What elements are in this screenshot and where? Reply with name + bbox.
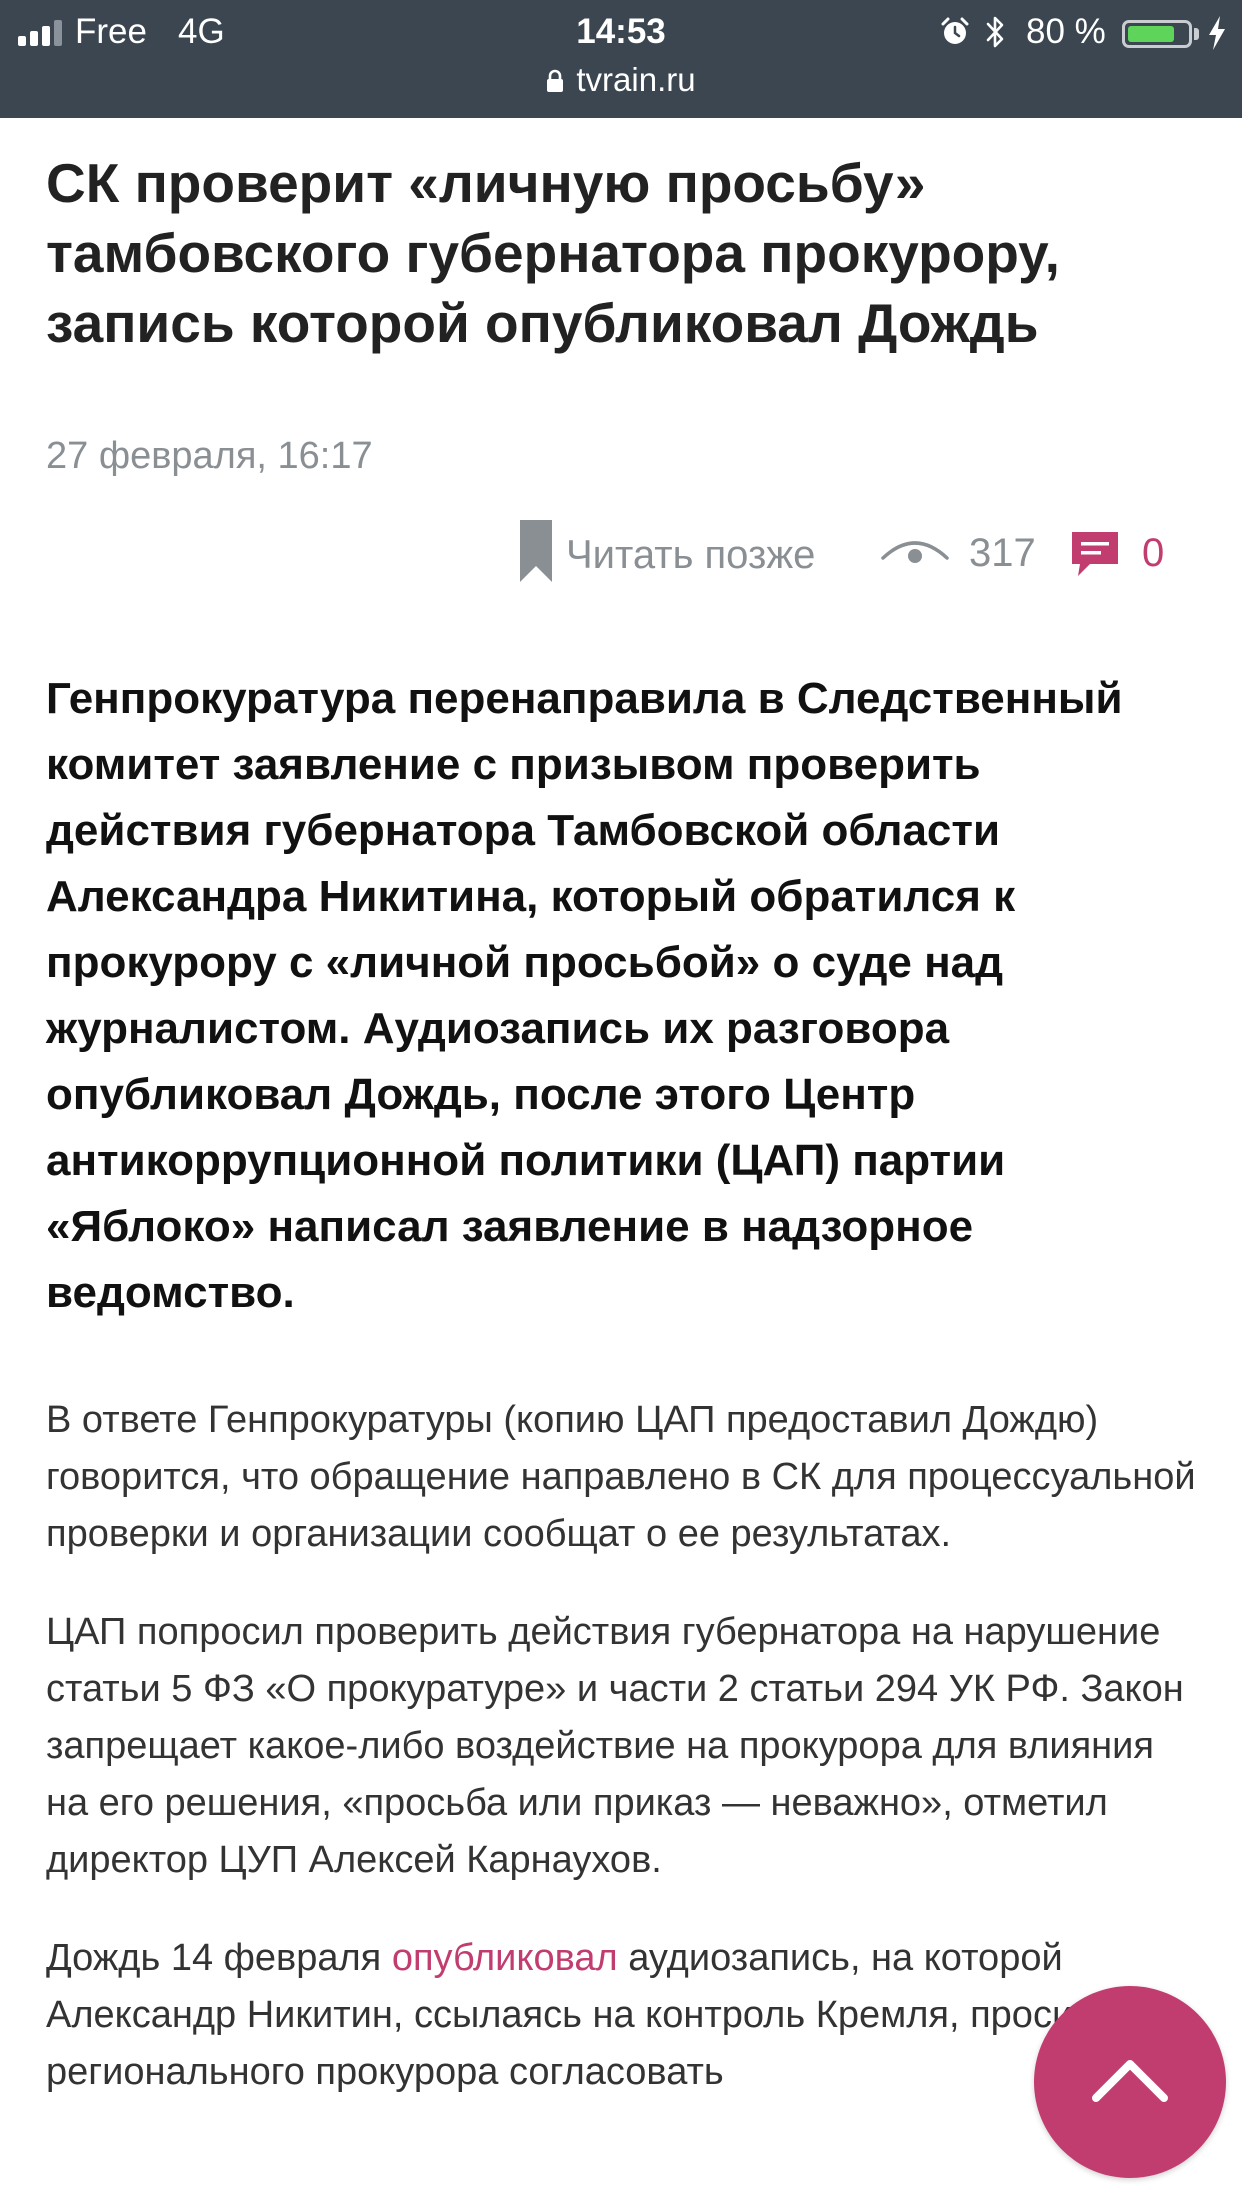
comment-icon[interactable] xyxy=(1070,530,1120,580)
published-link[interactable]: опубликовал xyxy=(392,1937,618,1979)
comments-count[interactable]: 0 xyxy=(1142,528,1164,578)
article-date: 27 февраля, 16:17 xyxy=(46,435,373,477)
charging-bolt-icon xyxy=(1209,16,1225,50)
eye-icon xyxy=(881,541,949,563)
article-paragraph: Дождь 14 февраля опубликовал аудиозапись… xyxy=(46,1930,1196,2101)
status-row: Free 4G 14:53 80 % xyxy=(0,10,1242,54)
page-url: tvrain.ru xyxy=(576,61,696,98)
paragraph-text: Дождь 14 февраля xyxy=(46,1937,392,1979)
read-later-button[interactable]: Читать позже xyxy=(566,530,815,580)
article-paragraph: В ответе Генпрокуратуры (копию ЦАП предо… xyxy=(46,1399,1196,1555)
battery-tip xyxy=(1194,28,1199,40)
battery-icon xyxy=(1122,20,1192,48)
page: Free 4G 14:53 80 % tvrain.ru СК проверит… xyxy=(0,0,1242,2208)
status-bar: Free 4G 14:53 80 % tvrain.ru xyxy=(0,0,1242,118)
lock-icon xyxy=(547,69,564,92)
battery-level-fill xyxy=(1128,26,1174,42)
article-paragraph: ЦАП попросил проверить действия губернат… xyxy=(46,1611,1184,1881)
article: СК проверит «личную просьбу» тамбовского… xyxy=(46,118,1196,2139)
chevron-up-icon xyxy=(1092,2060,1168,2102)
article-lead: Генпрокуратура перенаправила в Следствен… xyxy=(46,674,1123,1317)
battery-percent: 80 % xyxy=(1026,12,1106,51)
views-count: 317 xyxy=(969,531,1036,575)
article-meta: Читать позже 317 0 xyxy=(46,520,1196,590)
alarm-icon xyxy=(941,17,969,44)
bookmark-icon[interactable] xyxy=(520,520,552,584)
article-title: СК проверит «личную просьбу» тамбовского… xyxy=(46,152,1060,354)
bluetooth-icon xyxy=(986,16,1004,48)
address-bar[interactable]: tvrain.ru xyxy=(0,58,1242,102)
scroll-to-top-button[interactable] xyxy=(1034,1986,1226,2178)
